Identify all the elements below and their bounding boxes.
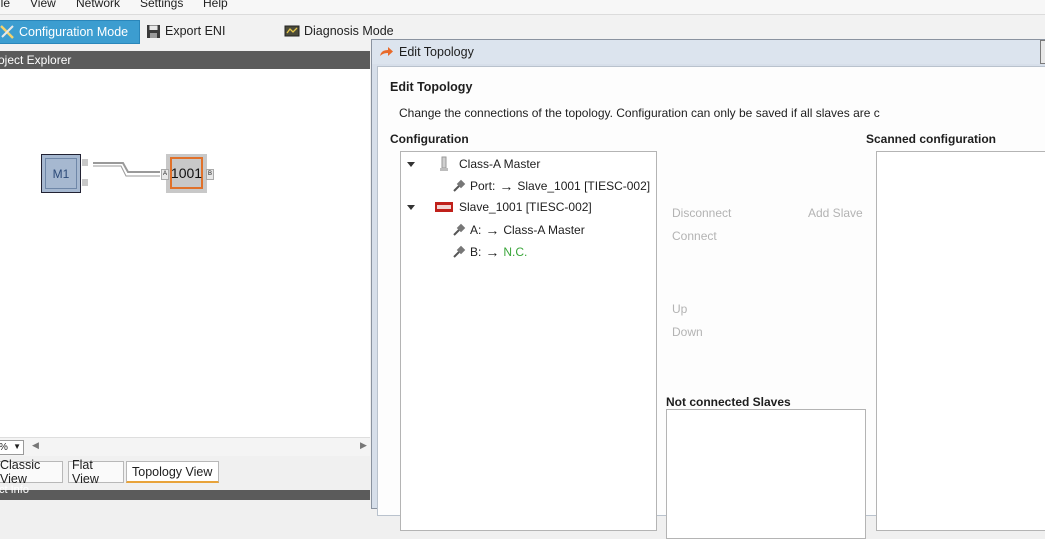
topology-canvas[interactable]: M1 1001 A B — [0, 69, 370, 437]
slave-port-b-target: N.C. — [503, 245, 528, 259]
export-eni-button[interactable]: Export ENI — [142, 20, 229, 42]
tree-item-slave[interactable]: Slave_1001 [TIESC-002] — [407, 200, 592, 214]
dialog-description: Change the connections of the topology. … — [399, 106, 880, 120]
tab-classic-view[interactable]: Classic View — [0, 458, 63, 486]
configuration-mode-button[interactable]: Configuration Mode — [0, 20, 140, 44]
export-eni-label: Export ENI — [165, 24, 226, 38]
ssc-chip-icon — [435, 202, 453, 212]
tree-item-master-port[interactable]: Port: → Slave_1001 [TIESC-002] — [452, 178, 650, 194]
scanned-configuration-label: Scanned configuration — [866, 132, 997, 146]
master-port-label: Port: — [470, 179, 496, 193]
slave-port-b-label: B: — [470, 245, 482, 259]
plug-icon — [453, 245, 466, 258]
bottom-panel-header: ct Info — [0, 484, 370, 500]
arrow-right-icon: → — [499, 178, 514, 194]
horizontal-scrollbar[interactable]: % ▼ ◀ ▶ — [0, 437, 370, 456]
expand-toggle-icon[interactable] — [407, 161, 415, 167]
slave-port-a-label: A: — [470, 223, 482, 237]
menu-network[interactable]: Network — [76, 0, 120, 10]
expand-toggle-icon[interactable] — [407, 204, 415, 210]
plug-icon — [453, 179, 466, 192]
dialog-titlebar[interactable]: Edit Topology — [372, 40, 1045, 64]
chevron-down-icon: ▼ — [13, 442, 21, 451]
zoom-select-value: % — [0, 441, 8, 454]
slave-port-a-target: Class-A Master — [503, 223, 585, 237]
tab-flat-view[interactable]: Flat View — [68, 458, 124, 486]
tree-item-slave-label: Slave_1001 [TIESC-002] — [459, 200, 592, 214]
tab-topology-view[interactable]: Topology View — [126, 461, 219, 483]
topology-connection-lines — [93, 162, 160, 177]
slave-port-a: A — [161, 169, 169, 180]
up-button[interactable]: Up — [672, 302, 687, 316]
master-port-bottom — [82, 179, 88, 186]
configuration-mode-label: Configuration Mode — [19, 25, 129, 39]
master-device-label: M1 — [45, 158, 77, 189]
menu-help[interactable]: Help — [203, 0, 228, 10]
scroll-right-icon[interactable]: ▶ — [360, 440, 367, 451]
menu-bar: ile View Network Settings Help — [0, 0, 1045, 15]
add-slave-button[interactable]: Add Slave — [808, 206, 863, 220]
arrow-right-icon: → — [485, 222, 500, 238]
tree-item-slave-port-a[interactable]: A: → Class-A Master — [452, 222, 585, 238]
scroll-left-icon[interactable]: ◀ — [32, 440, 39, 451]
project-explorer-header: oject Explorer — [0, 51, 370, 69]
menu-file[interactable]: ile — [0, 0, 10, 10]
master-device-node[interactable]: M1 — [41, 154, 81, 193]
topology-arrow-icon — [380, 47, 393, 56]
not-connected-slaves-list[interactable] — [666, 409, 866, 539]
disconnect-button[interactable]: Disconnect — [672, 206, 731, 220]
monitor-icon — [284, 25, 300, 36]
tree-item-master[interactable]: Class-A Master — [407, 156, 540, 172]
tools-icon — [0, 25, 14, 39]
menu-view[interactable]: View — [30, 0, 56, 10]
connect-button[interactable]: Connect — [672, 229, 717, 243]
master-port-top — [82, 159, 88, 166]
dialog-close-button[interactable] — [1040, 40, 1045, 64]
slave-device-label: 1001 — [170, 157, 203, 189]
master-device-icon — [440, 156, 448, 171]
configuration-label: Configuration — [390, 132, 469, 146]
diagnosis-mode-label: Diagnosis Mode — [304, 24, 394, 38]
arrow-right-icon: → — [485, 244, 500, 260]
dialog-body: Edit Topology Change the connections of … — [377, 66, 1045, 539]
slave-device-node[interactable]: 1001 — [166, 154, 207, 193]
dialog-title: Edit Topology — [399, 45, 474, 59]
configuration-tree[interactable]: Class-A Master Port: → Slave_1001 [TIESC… — [400, 151, 657, 531]
not-connected-slaves-label: Not connected Slaves — [666, 395, 791, 409]
slave-port-b: B — [206, 169, 214, 180]
menu-settings[interactable]: Settings — [140, 0, 183, 10]
tree-item-slave-port-b[interactable]: B: → N.C. — [452, 244, 527, 260]
tree-item-master-label: Class-A Master — [459, 157, 541, 171]
view-tabs: Classic View Flat View Topology View — [0, 457, 370, 487]
down-button[interactable]: Down — [672, 325, 703, 339]
edit-topology-dialog: Edit Topology Edit Topology Change the c… — [371, 39, 1045, 539]
project-explorer-title: oject Explorer — [0, 53, 72, 67]
dialog-heading: Edit Topology — [390, 80, 473, 94]
scanned-configuration-tree[interactable] — [876, 151, 1045, 531]
zoom-select[interactable]: % ▼ — [0, 440, 24, 455]
save-icon — [147, 24, 160, 38]
bottom-panel-title: ct Info — [0, 484, 29, 496]
master-port-target: Slave_1001 [TIESC-002] — [517, 179, 651, 193]
plug-icon — [453, 223, 466, 236]
